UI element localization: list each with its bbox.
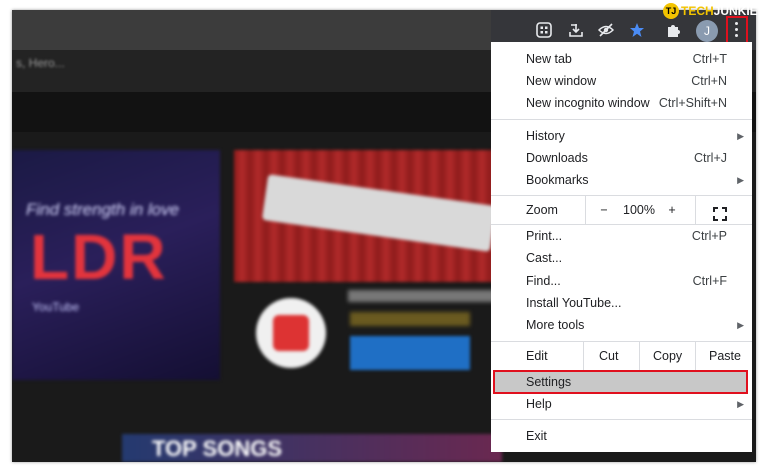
kebab-menu-icon (735, 22, 739, 40)
subscribe-button-blur[interactable] (350, 336, 470, 370)
cut-button[interactable]: Cut (599, 342, 618, 370)
submenu-arrow-icon: ▶ (737, 175, 744, 185)
submenu-arrow-icon: ▶ (737, 399, 744, 409)
zoom-divider (695, 196, 696, 224)
page-breadcrumb: s, Hero... (16, 56, 65, 70)
puzzle-icon[interactable] (665, 22, 683, 40)
menu-item-settings[interactable]: Settings (491, 371, 752, 393)
bottom-thumbnail-text: TOP SONGS (152, 436, 283, 461)
menu-item-new-window[interactable]: New window Ctrl+N (491, 70, 752, 92)
thumbnail-title: LDR (30, 221, 168, 293)
video-thumbnail-ldr[interactable]: Find strength in love LDR YouTube (12, 150, 220, 380)
edit-divider (695, 342, 696, 370)
bottom-thumbnail[interactable]: TOP SONGS (122, 434, 502, 462)
zoom-out-button[interactable]: − (595, 196, 613, 224)
menu-edit-row: Edit Cut Copy Paste (491, 342, 752, 370)
menu-item-install-youtube[interactable]: Install YouTube... (491, 292, 752, 314)
channel-badge-blur (350, 312, 470, 326)
menu-item-print[interactable]: Print... Ctrl+P (491, 225, 752, 247)
thumbnail-sub: YouTube (32, 300, 80, 314)
logo-badge: TJ (663, 3, 679, 19)
submenu-arrow-icon: ▶ (737, 320, 744, 330)
channel-avatar[interactable] (256, 298, 326, 368)
zoom-divider (585, 196, 586, 224)
zoom-label: Zoom (526, 203, 558, 217)
menu-item-downloads[interactable]: Downloads Ctrl+J (491, 147, 752, 169)
paste-button[interactable]: Paste (709, 342, 741, 370)
zoom-level: 100% (623, 203, 655, 217)
menu-item-new-incognito[interactable]: New incognito window Ctrl+Shift+N (491, 92, 752, 114)
edit-divider (639, 342, 640, 370)
logo-text-junkie: JUNKIE (713, 4, 758, 18)
logo-text-tech: TECH (681, 4, 714, 18)
thumbnail-tagline: Find strength in love (26, 200, 180, 219)
fullscreen-icon[interactable] (713, 203, 727, 221)
menu-item-help[interactable]: Help ▶ (491, 393, 752, 415)
menu-separator (491, 119, 752, 120)
grid-icon[interactable] (535, 22, 553, 40)
techjunkie-logo: TJ TECHJUNKIE (663, 3, 758, 23)
menu-zoom-row: Zoom − 100% + (491, 196, 752, 224)
menu-item-find[interactable]: Find... Ctrl+F (491, 270, 752, 292)
edit-divider (583, 342, 584, 370)
menu-separator (491, 419, 752, 420)
eye-off-icon[interactable] (597, 22, 615, 40)
copy-button[interactable]: Copy (653, 342, 682, 370)
edit-label: Edit (526, 349, 548, 363)
profile-avatar[interactable]: J (696, 20, 718, 42)
menu-item-exit[interactable]: Exit (491, 425, 752, 447)
menu-item-history[interactable]: History ▶ (491, 125, 752, 147)
menu-item-new-tab[interactable]: New tab Ctrl+T (491, 48, 752, 70)
video-thumbnail-film[interactable] (234, 150, 502, 282)
menu-item-bookmarks[interactable]: Bookmarks ▶ (491, 169, 752, 191)
menu-item-more-tools[interactable]: More tools ▶ (491, 314, 752, 336)
chrome-main-menu: New tab Ctrl+T New window Ctrl+N New inc… (491, 42, 752, 452)
download-icon[interactable] (567, 22, 585, 40)
menu-item-cast[interactable]: Cast... (491, 247, 752, 269)
submenu-arrow-icon: ▶ (737, 131, 744, 141)
zoom-in-button[interactable]: + (663, 196, 681, 224)
star-icon[interactable] (628, 22, 646, 40)
channel-title-blur (348, 290, 498, 302)
film-strip (261, 174, 497, 252)
